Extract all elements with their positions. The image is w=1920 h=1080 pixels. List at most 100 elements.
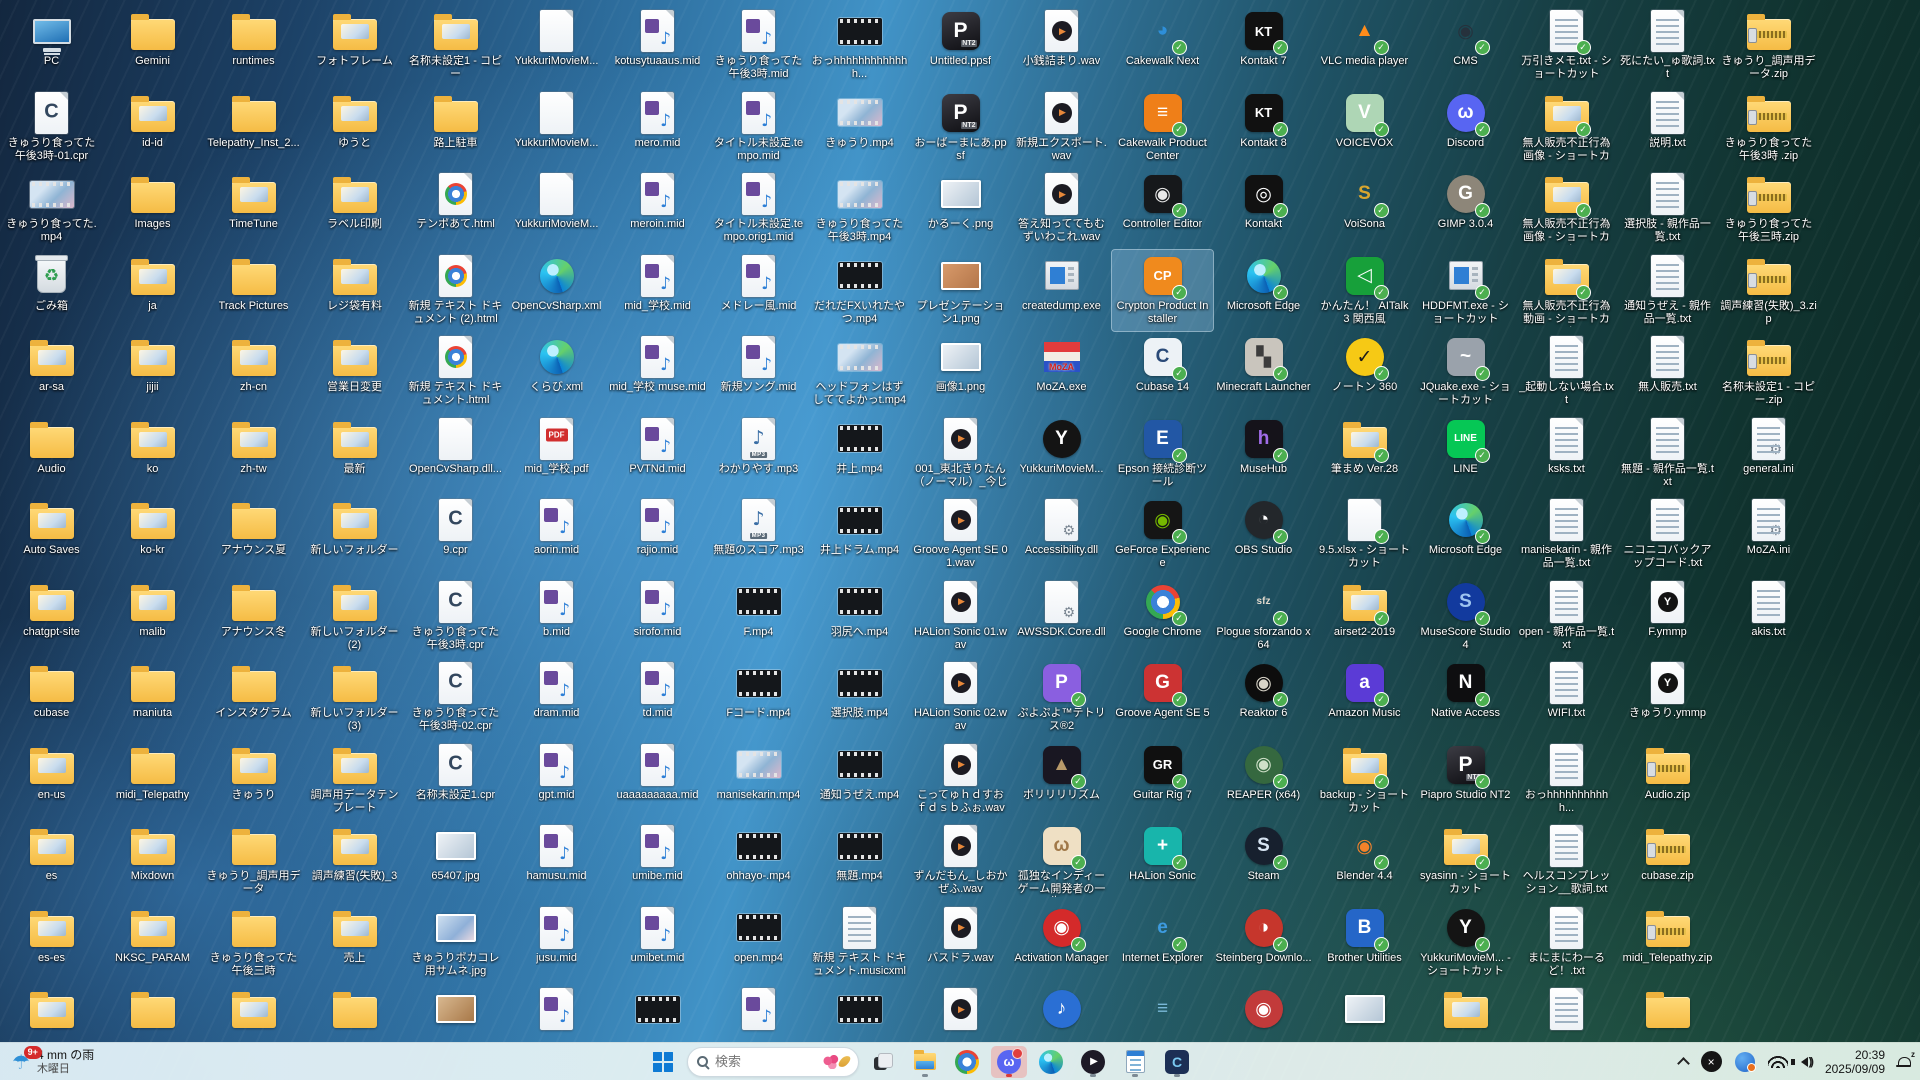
desktop-icon[interactable]: ♪タイトル未設定.tempo.orig1.mid <box>708 168 809 250</box>
desktop-icon[interactable]: G✓GIMP 3.0.4 <box>1415 168 1516 250</box>
desktop-icon[interactable]: ♪dram.mid <box>506 657 607 739</box>
desktop-icon[interactable]: ✓Microsoft Edge <box>1415 494 1516 576</box>
desktop-icon[interactable]: ◎✓Kontakt <box>1213 168 1314 250</box>
desktop-icon[interactable]: Cきゅうり食ってた午後3時-01.cpr <box>1 87 102 169</box>
desktop-icon[interactable]: ◉✓Controller Editor <box>1112 168 1213 250</box>
desktop-icon[interactable]: S✓Steam <box>1213 820 1314 902</box>
desktop-icon[interactable]: chatgpt-site <box>1 576 102 658</box>
desktop-icon[interactable]: ✓筆まめ Ver.28 <box>1314 413 1415 495</box>
desktop-icon[interactable]: ◉✓GeForce Experience <box>1112 494 1213 576</box>
desktop-icon[interactable]: KT✓Kontakt 7 <box>1213 5 1314 87</box>
desktop-icon[interactable]: Telepathy_Inst_2... <box>203 87 304 169</box>
desktop-icon[interactable]: Yきゅうり.ymmp <box>1617 657 1718 739</box>
desktop-icon[interactable]: ♪sirofo.mid <box>607 576 708 658</box>
desktop-icon[interactable]: Images <box>102 168 203 250</box>
desktop-icon[interactable]: ヘルスコンプレッション__歌詞.txt <box>1516 820 1617 902</box>
desktop-icon[interactable]: ♪umibet.mid <box>607 902 708 984</box>
desktop-icon[interactable]: e✓Internet Explorer <box>1112 902 1213 984</box>
desktop-icon[interactable]: YukkuriMovieM... <box>506 5 607 87</box>
desktop-icon[interactable]: PC <box>1 5 102 87</box>
desktop-icon[interactable]: YYukkuriMovieM... <box>1011 413 1112 495</box>
desktop-icon[interactable]: 選択肢.mp4 <box>809 657 910 739</box>
desktop-icon[interactable]: くらび.xml <box>506 331 607 413</box>
desktop-icon[interactable]: ヘッドフォンはずしててよかっt.mp4 <box>809 331 910 413</box>
desktop-icon[interactable]: 名称未設定1 - コピー.zip <box>1718 331 1819 413</box>
desktop-icon[interactable]: ♻ごみ箱 <box>1 250 102 332</box>
taskbar-app-discord[interactable]: ω <box>991 1046 1027 1078</box>
desktop-icon[interactable]: F.mp4 <box>708 576 809 658</box>
desktop-icon[interactable]: ω✓Discord <box>1415 87 1516 169</box>
desktop-icon[interactable]: ◑✓Steinberg Downlo... <box>1213 902 1314 984</box>
desktop-icon[interactable]: Y✓YukkuriMovieM... - ショートカット <box>1415 902 1516 984</box>
desktop-icon[interactable]: TimeTune <box>203 168 304 250</box>
start-button[interactable] <box>645 1046 681 1078</box>
desktop-icon[interactable]: MoZAMoZA.exe <box>1011 331 1112 413</box>
desktop-icon[interactable]: 路上駐車 <box>405 87 506 169</box>
desktop-icon[interactable]: だれだFXいれたやつ.mp4 <box>809 250 910 332</box>
search-input[interactable] <box>715 1054 816 1069</box>
desktop-icon[interactable]: WIFI.txt <box>1516 657 1617 739</box>
desktop-icon[interactable]: ja <box>102 250 203 332</box>
desktop-icon[interactable]: 無人販売.txt <box>1617 331 1718 413</box>
desktop-icon[interactable]: 調声練習(失敗)_3 <box>304 820 405 902</box>
desktop-icon[interactable]: きゅうりボカコレ用サムネ.jpg <box>405 902 506 984</box>
desktop-icon[interactable]: ▶新規エクスポート.wav <box>1011 87 1112 169</box>
desktop-icon[interactable]: midi_Telepathy.zip <box>1617 902 1718 984</box>
desktop-icon[interactable]: ✓無人販売不正行為 画像 - ショートカッ... <box>1516 87 1617 169</box>
desktop-icon[interactable]: YukkuriMovieM... <box>506 168 607 250</box>
desktop-icon[interactable]: 通知うぜえ - 親作品一覧.txt <box>1617 250 1718 332</box>
desktop-icon[interactable]: YF.ymmp <box>1617 576 1718 658</box>
desktop-icon[interactable]: Audio <box>1 413 102 495</box>
desktop-icon[interactable]: createdump.exe <box>1011 250 1112 332</box>
desktop-icon[interactable]: 調声用データテンプレート <box>304 739 405 821</box>
desktop-icon[interactable]: jijii <box>102 331 203 413</box>
desktop-icon[interactable]: ♪kotusytuaaus.mid <box>607 5 708 87</box>
desktop-icon[interactable]: ♪MP3わかりやす.mp3 <box>708 413 809 495</box>
desktop-icon[interactable]: Audio.zip <box>1617 739 1718 821</box>
desktop-icon[interactable]: ✓9.5.xlsx - ショートカット <box>1314 494 1415 576</box>
desktop-icon[interactable]: ▶HALion Sonic 02.wav <box>910 657 1011 739</box>
taskbar-app-cubase[interactable]: C <box>1159 1046 1195 1078</box>
desktop-icon[interactable]: アナウンス冬 <box>203 576 304 658</box>
desktop-icon[interactable]: プレゼンテーション1.png <box>910 250 1011 332</box>
desktop-icon[interactable]: 説明.txt <box>1617 87 1718 169</box>
desktop-icon[interactable]: LINE✓LINE <box>1415 413 1516 495</box>
desktop-icon[interactable]: ゆうと <box>304 87 405 169</box>
desktop-icon[interactable]: ✓syasinn - ショートカット <box>1415 820 1516 902</box>
desktop-icon[interactable]: まにまにわーるど！.txt <box>1516 902 1617 984</box>
desktop-icon[interactable]: ♪jusu.mid <box>506 902 607 984</box>
desktop-icon[interactable]: ♪uaaaaaaaaa.mid <box>607 739 708 821</box>
desktop-icon[interactable]: ♪mero.mid <box>607 87 708 169</box>
desktop-icon[interactable]: YukkuriMovieM... <box>506 87 607 169</box>
desktop-icon[interactable]: ♪mid_学校.mid <box>607 250 708 332</box>
desktop-icon[interactable]: ◔✓OBS Studio <box>1213 494 1314 576</box>
desktop-icon[interactable]: ✓Microsoft Edge <box>1213 250 1314 332</box>
desktop-icon[interactable]: ▶バスドラ.wav <box>910 902 1011 984</box>
desktop-icon[interactable]: ♪umibe.mid <box>607 820 708 902</box>
desktop-icon[interactable]: en-us <box>1 739 102 821</box>
desktop-icon[interactable]: PNT2✓Piapro Studio NT2 <box>1415 739 1516 821</box>
desktop-icon[interactable]: 通知うぜえ.mp4 <box>809 739 910 821</box>
desktop-icon[interactable]: テンポあて.html <box>405 168 506 250</box>
desktop-icon[interactable]: ⚙AWSSDK.Core.dll <box>1011 576 1112 658</box>
desktop-icon[interactable]: S✓VoiSona <box>1314 168 1415 250</box>
desktop-icon[interactable]: manisekarin - 親作品一覧.txt <box>1516 494 1617 576</box>
desktop-icon[interactable]: ko-kr <box>102 494 203 576</box>
desktop-icon[interactable]: ♪PVTNd.mid <box>607 413 708 495</box>
weather-widget[interactable]: ☂9+ 4 mm の雨 木曜日 <box>0 1043 106 1080</box>
desktop-icon[interactable]: ▲✓VLC media player <box>1314 5 1415 87</box>
desktop-icon[interactable]: zh-cn <box>203 331 304 413</box>
desktop-icon[interactable]: ≡✓Cakewalk Product Center <box>1112 87 1213 169</box>
desktop-icon[interactable]: ◁✓かんたん！ AITalk 3 関西風 <box>1314 250 1415 332</box>
desktop-icon[interactable]: ◉✓REAPER (x64) <box>1213 739 1314 821</box>
desktop-icon[interactable]: PNT2Untitled.ppsf <box>910 5 1011 87</box>
desktop-icon[interactable]: ✓backup - ショートカット <box>1314 739 1415 821</box>
desktop-icon[interactable]: ♪メドレー風.mid <box>708 250 809 332</box>
desktop-icon[interactable]: S✓MuseScore Studio 4 <box>1415 576 1516 658</box>
desktop-icon[interactable]: ▶こってゅｈｄすおｆｄｓｂふぉ.wav <box>910 739 1011 821</box>
voicevox-tray-icon[interactable]: × <box>1701 1051 1722 1072</box>
desktop-icon[interactable]: runtimes <box>203 5 304 87</box>
taskbar-app-notepad[interactable] <box>1117 1046 1153 1078</box>
desktop-icon[interactable]: Mixdown <box>102 820 203 902</box>
desktop-icon[interactable]: きゅうり_調声用データ <box>203 820 304 902</box>
